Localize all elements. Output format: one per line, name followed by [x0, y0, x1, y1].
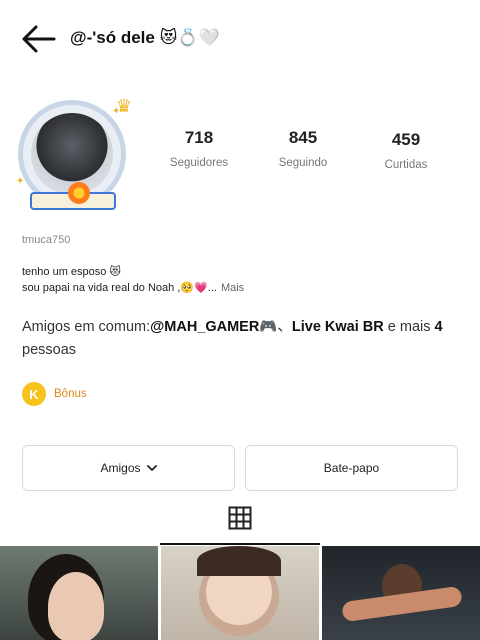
bio-more-link[interactable]: Mais — [221, 282, 244, 294]
mutual-friends[interactable]: Amigos em comum:@MAH_GAMER🎮、Live Kwai BR… — [22, 316, 462, 362]
video-thumb-2[interactable] — [161, 546, 319, 640]
grid-icon[interactable] — [228, 506, 252, 530]
stat-value: 845 — [288, 128, 318, 147]
bio-line: tenho um esposo 😻 — [22, 266, 121, 278]
mutual-friend-1: @MAH_GAMER🎮 — [150, 319, 278, 335]
tab-indicator — [160, 543, 320, 545]
kwai-coin-icon: K — [22, 382, 46, 406]
mutual-separator: 、 — [277, 319, 292, 335]
mutual-and: e mais — [383, 319, 435, 335]
stat-following[interactable]: 845 Seguindo — [258, 128, 348, 169]
stat-value: 459 — [391, 130, 421, 149]
friends-button[interactable]: Amigos — [22, 445, 235, 491]
thumb-figure — [48, 572, 104, 640]
header: @-'só dele 😻💍🤍 — [0, 0, 480, 80]
mutual-friend-2: Live Kwai BR — [291, 319, 384, 335]
chevron-down-icon — [146, 465, 157, 471]
thumb-figure-hair — [197, 546, 281, 576]
video-thumb-1[interactable] — [0, 546, 158, 640]
stat-label: Seguidores — [169, 157, 229, 169]
stat-label: Curtidas — [384, 159, 428, 171]
bonus-label: Bônus — [54, 388, 87, 400]
mutual-count: 4 — [434, 319, 443, 335]
stat-label: Seguindo — [278, 157, 328, 169]
stat-value: 718 — [184, 128, 214, 147]
arrow-left-icon[interactable] — [20, 22, 56, 56]
bio: tenho um esposo 😻 sou papai na vida real… — [22, 264, 244, 296]
video-grid — [0, 546, 480, 640]
username: tmuca750 — [22, 234, 71, 246]
friends-button-label: Amigos — [100, 461, 141, 475]
chat-button-label: Bate-papo — [323, 461, 380, 475]
mutual-suffix: pessoas — [22, 342, 77, 358]
bio-line-2: sou papai na vida real do Noah ,🥺💗... Mai… — [22, 280, 244, 296]
chat-button[interactable]: Bate-papo — [245, 445, 458, 491]
profile-title: @-'só dele 😻💍🤍 — [70, 28, 220, 47]
video-thumb-3[interactable] — [322, 546, 480, 640]
profile-stats: 718 Seguidores 845 Seguindo 459 Curtidas — [0, 128, 480, 188]
mutual-prefix: Amigos em comum: — [22, 319, 151, 335]
stat-likes[interactable]: 459 Curtidas — [361, 128, 451, 171]
sparkle-icon: ✦ — [112, 106, 121, 117]
bio-line: sou papai na vida real do Noah ,🥺💗... — [22, 282, 217, 294]
stat-followers[interactable]: 718 Seguidores — [154, 128, 244, 169]
bonus-link[interactable]: K Bônus — [22, 382, 87, 406]
